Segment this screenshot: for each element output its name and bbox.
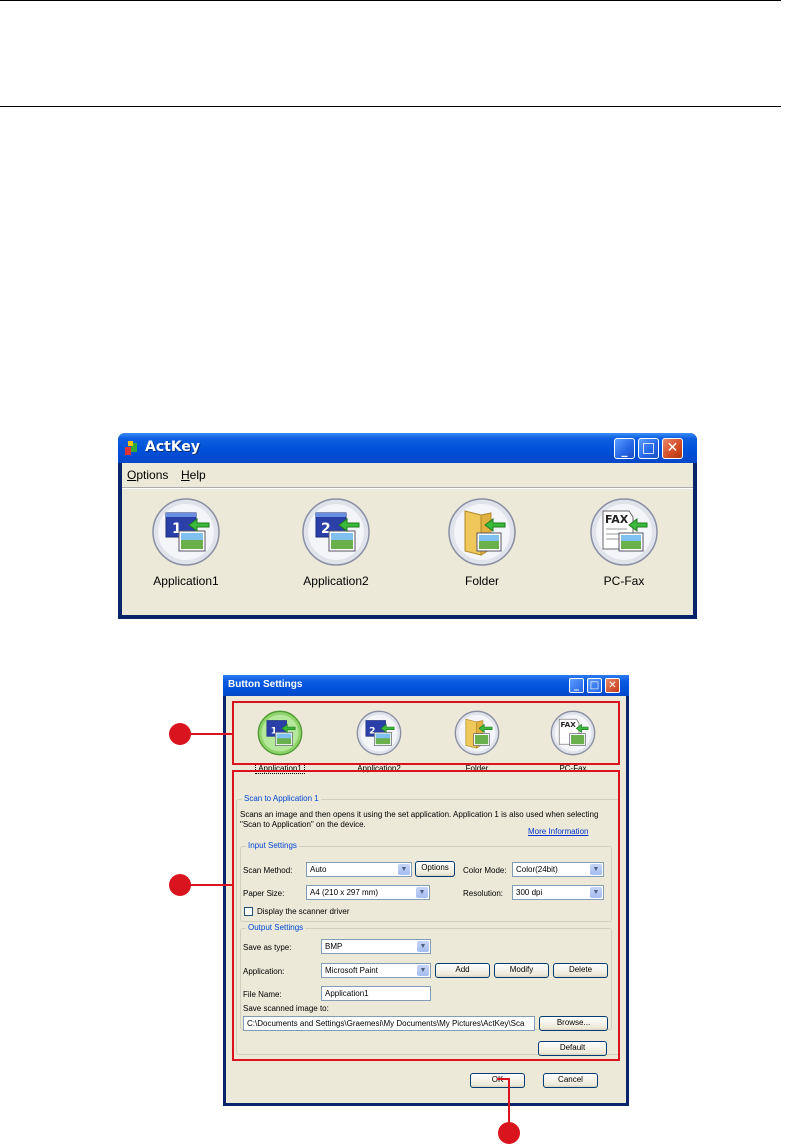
application2-button[interactable]: 2 Application2 xyxy=(266,497,406,588)
bs-maximize-button[interactable]: □ xyxy=(587,678,602,693)
callout-line-3-v xyxy=(508,1078,510,1128)
application2-label: Application2 xyxy=(303,574,369,588)
pc-fax-icon: FAX xyxy=(590,498,658,566)
cancel-button[interactable]: Cancel xyxy=(543,1073,598,1088)
pc-fax-button[interactable]: FAX PC-Fax xyxy=(554,497,694,588)
top-rule xyxy=(0,0,781,1)
button-settings-title: Button Settings xyxy=(228,679,303,690)
callout-marker-1 xyxy=(169,723,191,745)
application1-icon: 1 xyxy=(152,498,220,566)
menu-options[interactable]: Options xyxy=(127,468,168,482)
maximize-icon: □ xyxy=(641,440,656,456)
callout-marker-3 xyxy=(498,1122,520,1144)
actkey-app-icon xyxy=(125,441,137,455)
pc-fax-label: PC-Fax xyxy=(603,574,645,588)
bs-minimize-icon: _ xyxy=(574,680,579,691)
actkey-title: ActKey xyxy=(145,439,201,455)
close-icon: ✕ xyxy=(666,440,679,456)
callout-box-icons xyxy=(232,701,620,765)
application1-label: Application1 xyxy=(153,574,219,588)
application1-button[interactable]: 1 Application1 xyxy=(116,497,256,588)
callout-marker-2 xyxy=(169,874,191,896)
ok-button[interactable]: OK xyxy=(470,1073,525,1088)
bs-close-button[interactable]: ✕ xyxy=(605,678,620,693)
menu-options-rest: ptions xyxy=(136,468,169,482)
bs-minimize-button[interactable]: _ xyxy=(569,678,584,693)
maximize-button[interactable]: □ xyxy=(638,438,659,459)
bs-close-icon: ✕ xyxy=(608,680,617,691)
actkey-client: Options Help 1 Application1 2 Applicatio… xyxy=(122,463,693,615)
application2-icon: 2 xyxy=(302,498,370,566)
menu-help[interactable]: Help xyxy=(181,468,206,482)
menu-help-rest: elp xyxy=(189,468,206,482)
minimize-icon: _ xyxy=(621,443,628,457)
actkey-menubar: Options Help xyxy=(122,463,693,489)
actkey-window: ActKey _ □ ✕ Options Help 1 Application1… xyxy=(118,433,697,619)
menu-help-mnemonic: H xyxy=(181,468,190,482)
bs-maximize-icon: □ xyxy=(589,680,600,691)
menu-options-mnemonic: O xyxy=(127,468,137,482)
button-settings-titlebar[interactable]: Button Settings _ □ ✕ xyxy=(223,675,629,696)
folder-button[interactable]: Folder xyxy=(412,497,552,588)
folder-label: Folder xyxy=(464,574,499,588)
actkey-titlebar[interactable]: ActKey _ □ ✕ xyxy=(118,433,697,463)
actkey-buttons: 1 Application1 2 Application2 Folder FAX… xyxy=(122,491,693,611)
folder-icon xyxy=(448,498,516,566)
callout-box-settings xyxy=(232,770,620,1061)
svg-text:FAX: FAX xyxy=(605,513,629,526)
header-rule xyxy=(0,106,781,107)
close-button[interactable]: ✕ xyxy=(662,438,683,459)
minimize-button[interactable]: _ xyxy=(614,438,635,459)
